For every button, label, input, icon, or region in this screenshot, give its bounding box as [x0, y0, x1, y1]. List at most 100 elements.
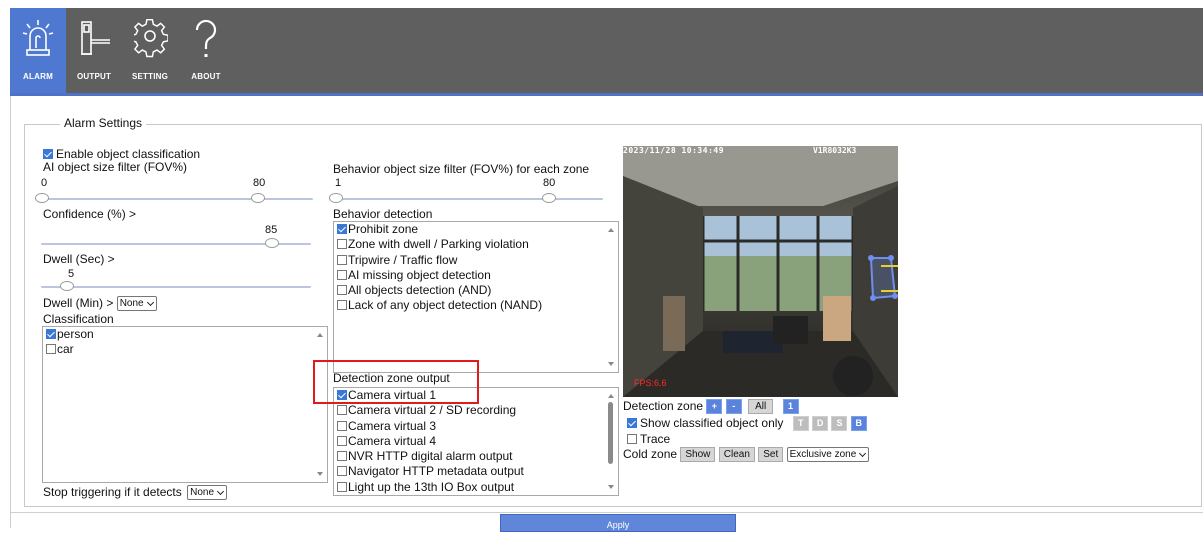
checkbox[interactable]: [337, 466, 347, 477]
list-item[interactable]: car: [43, 342, 327, 357]
list-item[interactable]: Camera virtual 2 / SD recording: [334, 403, 618, 418]
list-item[interactable]: Light up the 13th IO Box output: [334, 480, 618, 495]
ai-size-slider[interactable]: [35, 193, 313, 205]
nav-label: OUTPUT: [76, 72, 112, 81]
cold-zone-set-button[interactable]: Set: [758, 447, 784, 463]
divider: [10, 512, 1203, 513]
nav-about-button[interactable]: ABOUT: [178, 8, 234, 93]
classification-listbox[interactable]: person car: [42, 326, 328, 483]
list-item[interactable]: Tripwire / Traffic flow: [334, 253, 618, 268]
dwell-min-select[interactable]: None: [116, 296, 157, 312]
list-item-label: AI missing object detection: [348, 267, 491, 282]
list-item[interactable]: NVR HTTP digital alarm output: [334, 449, 618, 464]
enable-classification-label: Enable object classification: [56, 147, 201, 161]
slider-min-thumb[interactable]: [329, 193, 343, 203]
list-item[interactable]: Prohibit zone: [334, 222, 618, 237]
scrollbar[interactable]: [604, 222, 618, 372]
checkbox[interactable]: [337, 420, 347, 431]
behavior-listbox[interactable]: Prohibit zone Zone with dwell / Parking …: [333, 221, 619, 373]
checkbox[interactable]: [46, 344, 56, 355]
slider-max-thumb[interactable]: [251, 193, 265, 203]
checkbox[interactable]: [337, 254, 347, 265]
list-item-label: Camera virtual 2 / SD recording: [348, 403, 517, 418]
enable-classification-checkbox[interactable]: [43, 149, 53, 159]
checkbox[interactable]: [337, 224, 347, 234]
camera-timestamp: 2023/11/28 10:34:49: [623, 146, 725, 155]
toolbar-accent-line: [10, 93, 1203, 96]
checkbox[interactable]: [46, 329, 56, 339]
tag-d-button[interactable]: D: [812, 416, 829, 432]
slider-max-thumb[interactable]: [542, 193, 556, 203]
checkbox[interactable]: [337, 269, 347, 280]
checkbox[interactable]: [337, 435, 347, 446]
cold-zone-show-button[interactable]: Show: [680, 447, 716, 463]
confidence-slider[interactable]: [41, 238, 311, 250]
behavior-detection-label: Behavior detection: [333, 207, 433, 221]
checkbox[interactable]: [337, 405, 347, 416]
divider: [10, 96, 11, 528]
list-item-label: Prohibit zone: [348, 222, 419, 236]
list-item-label: Light up the 13th IO Box output: [348, 479, 515, 494]
list-item-label: Camera virtual 4: [348, 433, 437, 448]
scrollbar[interactable]: [313, 327, 327, 482]
checkbox[interactable]: [337, 300, 347, 311]
show-classified-row[interactable]: Show classified object only T D S B: [627, 416, 867, 432]
camera-view[interactable]: 2023/11/28 10:34:49 V1R8032K3 FPS:6.6: [623, 146, 898, 397]
slider-thumb[interactable]: [60, 281, 74, 291]
confidence-value: 85: [265, 224, 278, 236]
dwell-sec-slider[interactable]: [41, 281, 311, 293]
list-item[interactable]: AI missing object detection: [334, 268, 618, 283]
detection-zone-label: Detection zone: [623, 399, 704, 413]
list-item[interactable]: All objects detection (AND): [334, 283, 618, 298]
show-classified-label: Show classified object only: [640, 416, 784, 430]
detection-zone-row: Detection zone + - All 1: [623, 399, 799, 415]
tag-t-button[interactable]: T: [792, 416, 809, 432]
show-classified-checkbox[interactable]: [627, 418, 637, 428]
list-item[interactable]: Camera virtual 4: [334, 434, 618, 449]
stop-triggering-select[interactable]: None: [187, 485, 227, 501]
list-item[interactable]: Navigator HTTP metadata output: [334, 464, 618, 479]
dwell-min-row: Dwell (Min) > None: [43, 296, 157, 312]
slider-min-thumb[interactable]: [35, 193, 49, 203]
list-item-label: person: [57, 327, 94, 341]
ai-size-filter-label: AI object size filter (FOV%): [43, 160, 188, 174]
dwell-sec-value: 5: [68, 268, 75, 280]
classification-label: Classification: [43, 312, 114, 326]
nav-setting-button[interactable]: SETTING: [122, 8, 178, 93]
enable-classification-row[interactable]: Enable object classification: [43, 147, 200, 161]
list-item[interactable]: person: [43, 327, 327, 342]
checkbox[interactable]: [337, 239, 347, 250]
tag-s-button[interactable]: S: [831, 416, 848, 432]
list-item[interactable]: Camera virtual 3: [334, 419, 618, 434]
trace-checkbox[interactable]: [627, 434, 637, 444]
cold-zone-label: Cold zone: [623, 447, 678, 461]
list-item[interactable]: Lack of any object detection (NAND): [334, 298, 618, 313]
zone-number-button[interactable]: 1: [782, 399, 799, 415]
apply-button[interactable]: Apply: [500, 514, 736, 532]
add-zone-button[interactable]: +: [706, 399, 723, 415]
tag-b-button[interactable]: B: [850, 416, 867, 432]
checkbox[interactable]: [337, 481, 347, 492]
zone-mode-select[interactable]: Exclusive zone: [786, 447, 870, 463]
question-mark-icon: [195, 19, 217, 57]
cold-zone-clean-button[interactable]: Clean: [718, 447, 755, 463]
behavior-size-min: 1: [335, 177, 342, 189]
behavior-size-slider[interactable]: [329, 193, 603, 205]
list-item[interactable]: Zone with dwell / Parking violation: [334, 237, 618, 252]
alarm-settings-legend: Alarm Settings: [60, 116, 147, 130]
all-zones-button[interactable]: All: [748, 399, 774, 415]
checkbox[interactable]: [337, 285, 347, 296]
list-item-label: NVR HTTP digital alarm output: [348, 449, 513, 464]
trace-row[interactable]: Trace: [627, 432, 670, 446]
slider-thumb[interactable]: [265, 238, 279, 248]
nav-label: SETTING: [131, 72, 169, 81]
confidence-label: Confidence (%) >: [43, 207, 137, 221]
highlight-annotation-box: [313, 360, 479, 404]
trace-label: Trace: [640, 432, 671, 446]
scrollbar[interactable]: [604, 388, 618, 495]
nav-alarm-button[interactable]: ALARM: [10, 8, 66, 93]
checkbox[interactable]: [337, 451, 347, 462]
nav-output-button[interactable]: OUTPUT: [66, 8, 122, 93]
behavior-size-label: Behavior object size filter (FOV%) for e…: [333, 162, 590, 176]
remove-zone-button[interactable]: -: [725, 399, 742, 415]
